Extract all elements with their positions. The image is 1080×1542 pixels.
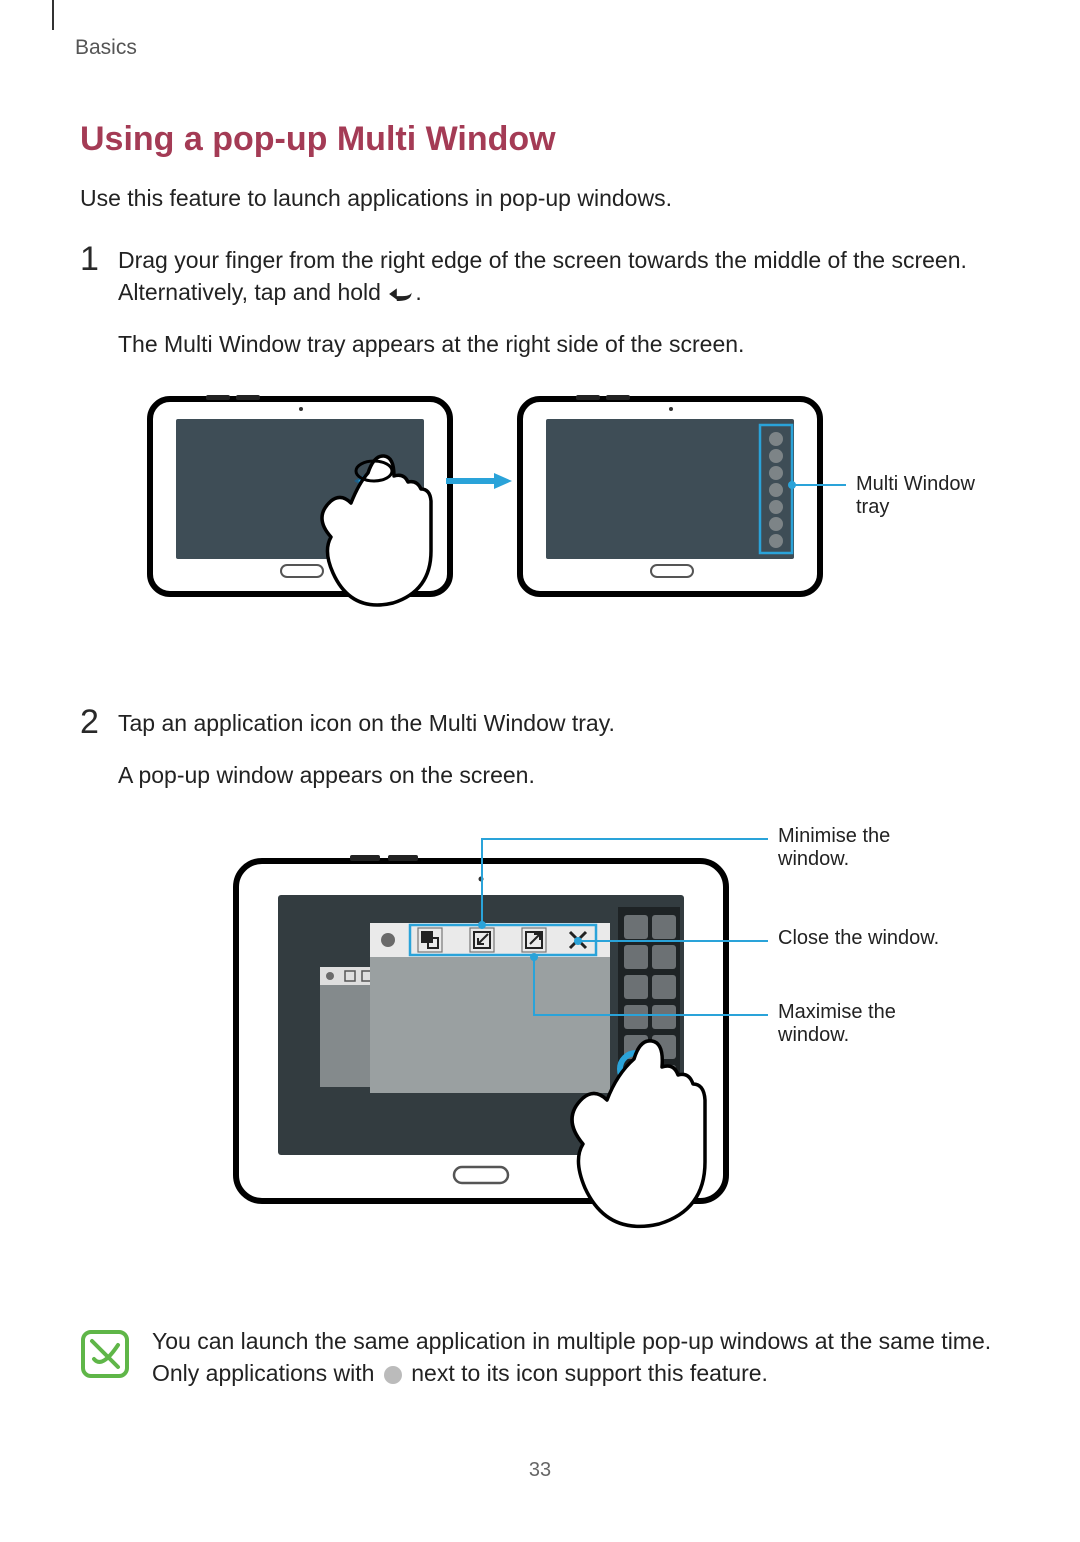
step1-text-b: . xyxy=(415,279,421,305)
note-text: You can launch the same application in m… xyxy=(152,1325,1000,1389)
support-indicator-icon xyxy=(384,1366,402,1384)
step-body: Drag your finger from the right edge of … xyxy=(118,242,1000,381)
figure1-svg xyxy=(146,395,926,675)
tablet-right xyxy=(520,395,820,594)
step-number: 1 xyxy=(80,242,118,276)
figure2-svg xyxy=(230,825,990,1295)
intro-text: Use this feature to launch applications … xyxy=(80,183,1000,214)
header-tick xyxy=(52,0,54,30)
callout-close-label: Close the window. xyxy=(778,927,948,950)
step2-line1: Tap an application icon on the Multi Win… xyxy=(118,707,1000,739)
callout-min-label: Minimise the window. xyxy=(778,825,948,871)
note: You can launch the same application in m… xyxy=(80,1325,1000,1389)
step-2: 2 Tap an application icon on the Multi W… xyxy=(80,705,1000,811)
page-number: 33 xyxy=(80,1459,1000,1482)
step-1: 1 Drag your finger from the right edge o… xyxy=(80,242,1000,381)
step-body: Tap an application icon on the Multi Win… xyxy=(118,705,1000,811)
step1-text-a: Drag your finger from the right edge of … xyxy=(118,247,967,305)
popup-front xyxy=(370,923,610,1093)
step2-line2: A pop-up window appears on the screen. xyxy=(118,759,1000,791)
section-label: Basics xyxy=(75,36,1000,60)
step1-line2: The Multi Window tray appears at the rig… xyxy=(118,328,1000,360)
note-icon xyxy=(80,1329,130,1379)
figure-1: Multi Window tray xyxy=(146,395,1000,675)
note-text-b: next to its icon support this feature. xyxy=(405,1360,768,1386)
transition-arrow-icon xyxy=(446,473,512,489)
figure-2: Minimise the window. Close the window. M… xyxy=(230,825,1000,1295)
step-number: 2 xyxy=(80,705,118,739)
back-icon xyxy=(387,285,415,303)
page-title: Using a pop-up Multi Window xyxy=(80,120,1000,159)
callout-max-label: Maximise the window. xyxy=(778,1001,948,1047)
callout-tray-label: Multi Window tray xyxy=(856,473,1000,519)
step1-line1: Drag your finger from the right edge of … xyxy=(118,244,1000,308)
